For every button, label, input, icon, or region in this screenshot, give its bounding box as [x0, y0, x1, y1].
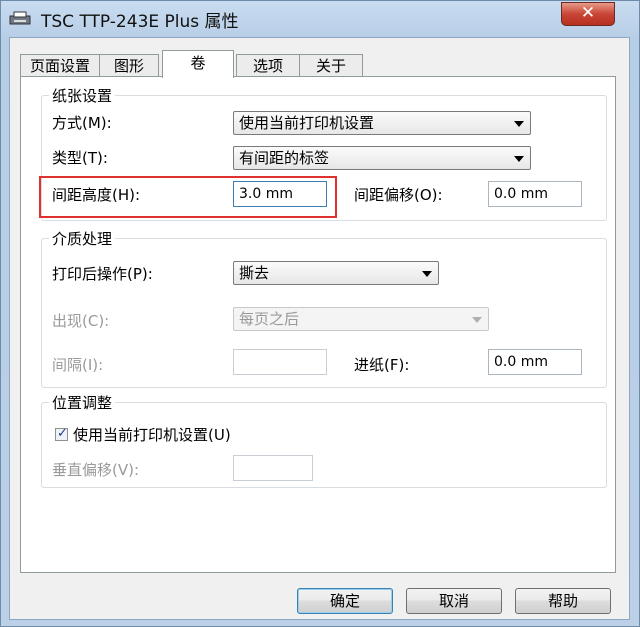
help-button[interactable]: 帮助	[515, 588, 611, 614]
feed-value: 0.0 mm	[494, 354, 548, 370]
interval-label: 间隔(I):	[52, 356, 104, 374]
window-title: TSC TTP-243E Plus 属性	[41, 12, 239, 32]
checkmark-icon: ✓	[57, 426, 68, 441]
ok-label: 确定	[329, 592, 360, 610]
gap-height-highlight	[39, 176, 337, 218]
cancel-label: 取消	[438, 592, 469, 610]
use-printer-checkbox[interactable]: ✓	[55, 426, 68, 441]
post-print-value: 撕去	[239, 264, 270, 282]
method-select[interactable]: 使用当前打印机设置	[233, 111, 531, 135]
post-print-select[interactable]: 撕去	[233, 261, 439, 285]
chevron-down-icon	[514, 156, 524, 162]
tab-options[interactable]: 选项	[236, 54, 300, 77]
tab-about[interactable]: 关于	[299, 54, 363, 77]
tab-graphics[interactable]: 图形	[99, 54, 159, 77]
dialog-client: 页面设置 图形 卷 选项 关于 纸张设置 方式(M): 使用当前打印机设置 类型…	[9, 37, 630, 620]
close-button[interactable]: ✕	[561, 2, 615, 26]
gap-offset-value: 0.0 mm	[494, 186, 548, 202]
tab-panel-roll: 纸张设置 方式(M): 使用当前打印机设置 类型(T): 有间距的标签 间距高度…	[20, 76, 616, 573]
type-label: 类型(T):	[52, 149, 108, 167]
gap-offset-label: 间距偏移(O):	[354, 186, 443, 204]
tab-label: 选项	[252, 57, 283, 75]
ok-button[interactable]: 确定	[297, 588, 393, 614]
tab-label: 关于	[315, 57, 346, 75]
media-handling-title: 介质处理	[49, 228, 116, 249]
post-print-label: 打印后操作(P):	[52, 265, 153, 283]
chevron-down-icon	[422, 271, 432, 277]
tab-page-setup[interactable]: 页面设置	[20, 54, 100, 77]
position-adjust-title: 位置调整	[49, 392, 116, 413]
tab-roll[interactable]: 卷	[162, 50, 234, 78]
method-label: 方式(M):	[52, 114, 112, 132]
vertical-offset-label: 垂直偏移(V):	[52, 461, 140, 479]
occurrence-value: 每页之后	[239, 310, 300, 328]
tab-label: 页面设置	[29, 57, 90, 75]
feed-input[interactable]: 0.0 mm	[488, 349, 582, 375]
cancel-button[interactable]: 取消	[406, 588, 502, 614]
vertical-offset-input[interactable]	[233, 455, 313, 481]
feed-label: 进纸(F):	[354, 356, 410, 374]
occurrence-label: 出现(C):	[52, 312, 110, 330]
properties-window: TSC TTP-243E Plus 属性 ✕ 页面设置 图形 卷 选项 关于 纸…	[0, 0, 640, 627]
chevron-down-icon	[514, 121, 524, 127]
paper-settings-title: 纸张设置	[49, 85, 116, 106]
tab-label: 图形	[113, 57, 144, 75]
use-printer-label[interactable]: 使用当前打印机设置(U)	[73, 424, 231, 445]
method-value: 使用当前打印机设置	[239, 114, 375, 132]
title-bar[interactable]: TSC TTP-243E Plus 属性 ✕	[1, 1, 639, 35]
occurrence-select[interactable]: 每页之后	[233, 307, 489, 331]
close-icon: ✕	[580, 3, 596, 23]
gap-offset-input[interactable]: 0.0 mm	[488, 181, 582, 207]
tab-label: 卷	[190, 54, 206, 72]
chevron-down-icon	[472, 317, 482, 323]
help-label: 帮助	[547, 592, 578, 610]
type-select[interactable]: 有间距的标签	[233, 146, 531, 170]
interval-input[interactable]	[233, 349, 327, 375]
type-value: 有间距的标签	[239, 149, 330, 167]
printer-icon	[9, 11, 31, 25]
